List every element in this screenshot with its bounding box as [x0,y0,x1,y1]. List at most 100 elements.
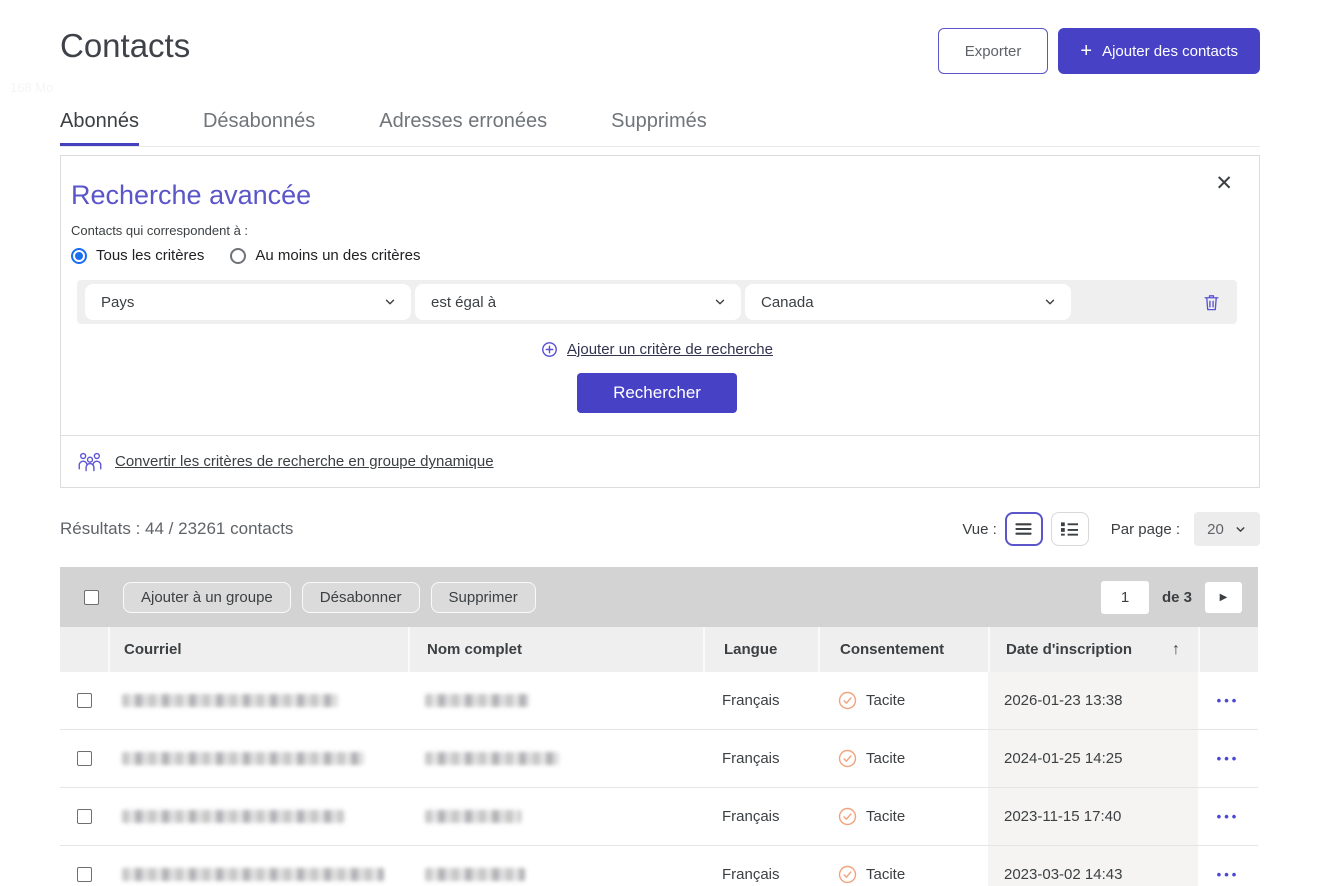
select-all-checkbox[interactable] [84,590,99,605]
date-value: 2023-03-02 14:43 [1004,866,1122,883]
email-redacted [122,752,364,765]
results-controls: Vue : Par page : 20 [962,512,1260,546]
consent-value: Tacite [866,866,905,883]
add-contacts-button[interactable]: + Ajouter des contacts [1058,28,1260,74]
list-view-button[interactable] [1005,512,1043,546]
language-value: Français [722,866,780,883]
header-courriel[interactable]: Courriel [108,627,408,672]
date-cell: 2023-03-02 14:43 [988,846,1198,886]
table-row: Français Tacite 2026-01-23 13:38 ••• [60,672,1258,730]
table-toolbar: Ajouter à un groupe Désabonner Supprimer… [60,567,1258,627]
language-cell: Français [703,672,818,729]
header-date-label: Date d'inscription [1006,641,1132,658]
add-contacts-label: Ajouter des contacts [1102,43,1238,60]
date-value: 2023-11-15 17:40 [1004,808,1121,825]
consent-value: Tacite [866,750,905,767]
email-cell [108,730,408,787]
language-value: Français [722,808,780,825]
ellipsis-icon: ••• [1217,693,1240,708]
trash-icon [1202,293,1221,312]
radio-unselected-icon [230,248,246,264]
row-menu-button[interactable]: ••• [1213,805,1244,828]
list-view-icon [1015,522,1032,536]
chevron-down-icon [1043,295,1057,309]
email-redacted [122,810,344,823]
export-button[interactable]: Exporter [938,28,1049,74]
convert-to-dynamic-group-link[interactable]: Convertir les critères de recherche en g… [115,453,494,470]
email-redacted [122,694,338,707]
plus-icon: + [1080,41,1092,61]
group-icon [77,451,103,472]
actions-cell: ••• [1198,672,1258,729]
consent-value: Tacite [866,808,905,825]
row-checkbox[interactable] [77,693,92,708]
row-checkbox[interactable] [77,867,92,882]
top-bar: Contacts Exporter + Ajouter des contacts [0,0,1322,74]
contacts-tabs: Abonnés Désabonnés Adresses erronées Sup… [60,110,1260,147]
advanced-search-panel: ✕ Recherche avancée Contacts qui corresp… [60,155,1260,488]
tab-desabonnes[interactable]: Désabonnés [203,110,315,146]
date-value: 2024-01-25 14:25 [1004,750,1122,767]
page-number-input[interactable] [1101,581,1149,614]
criterion-operator-select[interactable]: est égal à [415,284,741,320]
table-header-row: Courriel Nom complet Langue Consentement… [60,627,1258,672]
language-cell: Français [703,788,818,845]
tab-adresses-erronees[interactable]: Adresses erronées [379,110,547,146]
radio-all-criteria[interactable]: Tous les critères [71,247,204,264]
per-page-label: Par page : [1111,521,1180,538]
header-langue[interactable]: Langue [703,627,818,672]
search-button-row: Rechercher [71,373,1243,413]
ellipsis-icon: ••• [1217,751,1240,766]
card-view-button[interactable] [1051,512,1089,546]
next-page-button[interactable]: ▶ [1205,582,1242,613]
add-to-group-button[interactable]: Ajouter à un groupe [123,582,291,613]
search-button[interactable]: Rechercher [577,373,737,413]
header-checkbox-cell [60,627,108,672]
criterion-field-select[interactable]: Pays [85,284,411,320]
consent-check-icon [838,807,857,826]
language-value: Français [722,692,780,709]
row-checkbox[interactable] [77,751,92,766]
header-consentement[interactable]: Consentement [818,627,988,672]
tab-supprimes[interactable]: Supprimés [611,110,707,146]
unsubscribe-button[interactable]: Désabonner [302,582,420,613]
header-langue-label: Langue [724,641,777,658]
results-summary: Résultats : 44 / 23261 contacts [60,519,293,539]
language-cell: Français [703,730,818,787]
consent-cell: Tacite [818,788,988,845]
name-redacted [425,868,525,881]
header-nom-complet[interactable]: Nom complet [408,627,703,672]
row-menu-button[interactable]: ••• [1213,863,1244,886]
date-cell: 2026-01-23 13:38 [988,672,1198,729]
date-value: 2026-01-23 13:38 [1004,692,1122,709]
chevron-down-icon [383,295,397,309]
delete-button[interactable]: Supprimer [431,582,536,613]
row-checkbox[interactable] [77,809,92,824]
top-actions: Exporter + Ajouter des contacts [938,28,1260,74]
circle-plus-icon [541,341,558,358]
advanced-search-title: Recherche avancée [71,180,1243,211]
row-menu-button[interactable]: ••• [1213,747,1244,770]
per-page-select[interactable]: 20 [1194,512,1260,546]
delete-criterion-button[interactable] [1196,289,1227,316]
page-total-label: de 3 [1162,589,1192,606]
criterion-field-value: Pays [101,294,134,311]
date-cell: 2024-01-25 14:25 [988,730,1198,787]
consent-check-icon [838,691,857,710]
criterion-value-select[interactable]: Canada [745,284,1071,320]
view-label: Vue : [962,521,996,538]
close-icon[interactable]: ✕ [1209,172,1239,195]
name-cell [408,672,703,729]
row-checkbox-cell [60,730,108,787]
date-cell: 2023-11-15 17:40 [988,788,1198,845]
results-bar: Résultats : 44 / 23261 contacts Vue : Pa… [60,512,1260,546]
add-criterion-link[interactable]: Ajouter un critère de recherche [567,341,773,358]
header-date-inscription[interactable]: Date d'inscription ↑ [988,627,1198,672]
tab-abonnes[interactable]: Abonnés [60,110,139,146]
row-menu-button[interactable]: ••• [1213,689,1244,712]
criterion-operator-value: est égal à [431,294,496,311]
radio-any-criteria[interactable]: Au moins un des critères [230,247,420,264]
email-cell [108,672,408,729]
chevron-down-icon [1234,523,1247,536]
pagination: de 3 ▶ [1101,581,1242,614]
